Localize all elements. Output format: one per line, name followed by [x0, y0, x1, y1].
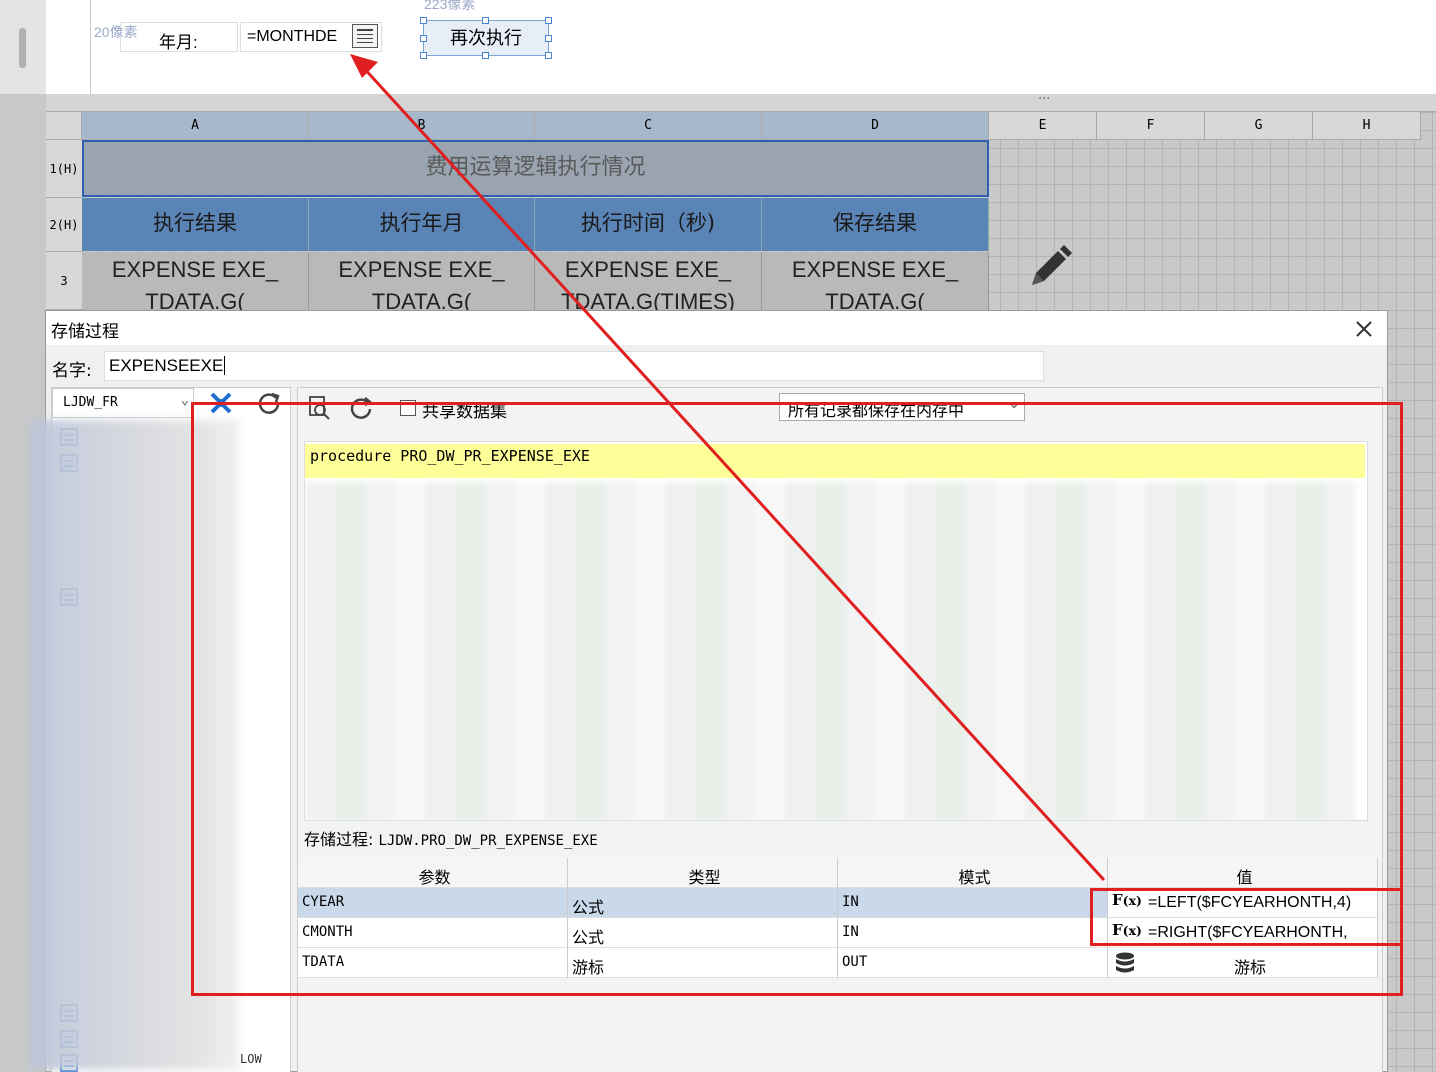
annotation-arrow: [350, 54, 1106, 882]
